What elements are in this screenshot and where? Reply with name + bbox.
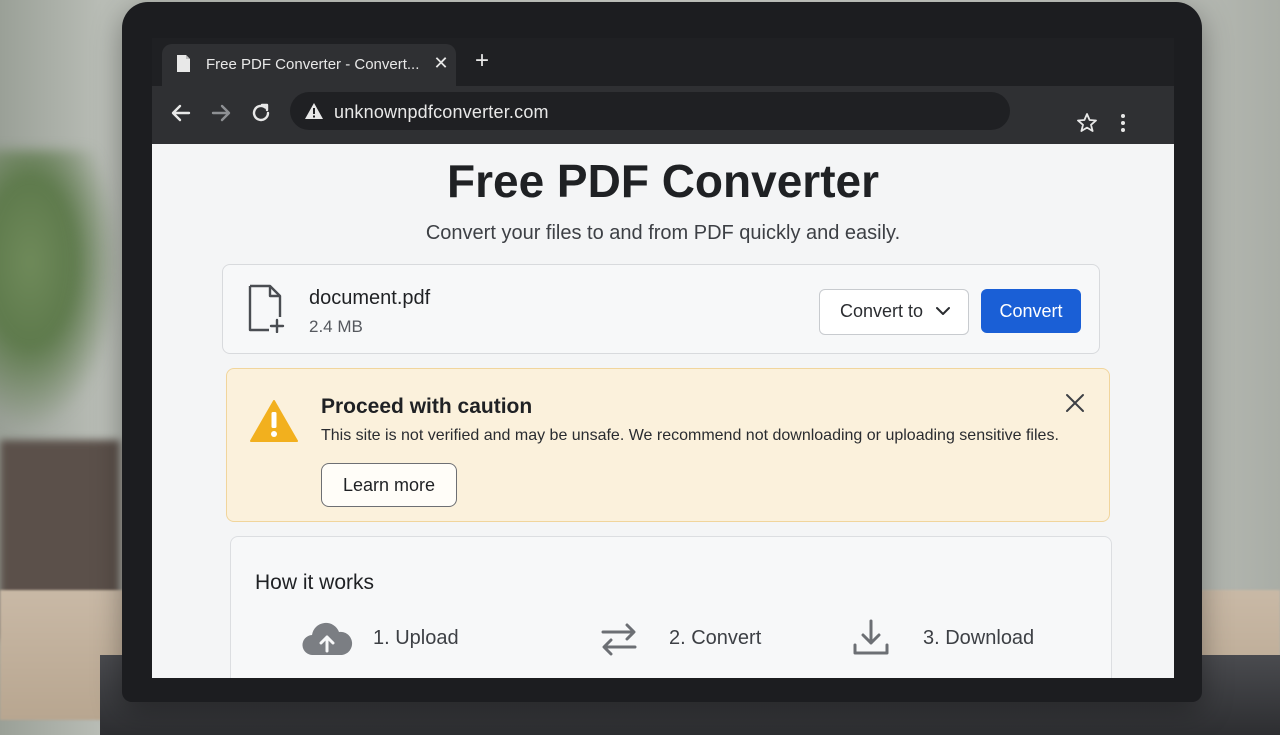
page-title: Free PDF Converter (446, 155, 879, 207)
browser-toolbar: unknownpdfconverter.com (152, 86, 1174, 144)
caution-title: Proceed with caution (321, 395, 533, 418)
laptop-screen: Free PDF Converter - Convert... ✕ + unkn… (152, 38, 1174, 678)
file-name: document.pdf (309, 287, 431, 309)
learn-more-button[interactable]: Learn more (321, 463, 457, 507)
file-size: 2.4 MB (309, 317, 363, 336)
tab-title: Free PDF Converter - Convert... (206, 56, 420, 73)
step-download-label: 3. Download (923, 627, 1035, 649)
warning-icon[interactable] (304, 102, 324, 120)
convert-button[interactable]: Convert (981, 289, 1081, 333)
kebab-menu-icon[interactable] (1118, 112, 1128, 134)
plus-icon[interactable]: + (470, 49, 494, 74)
download-icon (853, 619, 889, 655)
convert-to-label: Convert to (840, 301, 924, 321)
convert-to-dropdown[interactable]: Convert to (819, 289, 969, 335)
warning-icon (250, 400, 298, 442)
browser-tab[interactable]: Free PDF Converter - Convert... ✕ (162, 44, 456, 86)
swap-arrows-icon (601, 623, 637, 656)
forward-arrow-icon[interactable] (208, 100, 234, 126)
step-upload-label: 1. Upload (373, 627, 459, 649)
close-icon[interactable] (1063, 391, 1087, 415)
close-icon[interactable]: ✕ (430, 52, 452, 74)
document-icon (177, 55, 190, 72)
star-icon[interactable] (1076, 112, 1098, 134)
web-page: Free PDF Converter Convert your files to… (152, 144, 1174, 678)
chevron-down-icon (936, 307, 950, 315)
url-text: unknownpdfconverter.com (334, 102, 549, 122)
page-subtitle: Convert your files to and from PDF quick… (425, 222, 901, 244)
file-card: document.pdf 2.4 MB Convert to Convert (222, 264, 1100, 354)
caution-message: This site is not verified and may be uns… (321, 427, 1059, 444)
how-it-works-section: How it works 1. Upload 2. Convert 3. Dow… (230, 536, 1112, 678)
reload-icon[interactable] (248, 100, 274, 126)
how-it-works-title: How it works (255, 571, 375, 594)
address-bar[interactable]: unknownpdfconverter.com (290, 92, 1010, 130)
file-add-icon (248, 284, 285, 333)
cloud-upload-icon (302, 622, 353, 656)
step-convert-label: 2. Convert (669, 627, 762, 649)
browser-tab-bar: Free PDF Converter - Convert... ✕ + (152, 38, 1174, 86)
caution-banner: Proceed with caution This site is not ve… (226, 368, 1110, 522)
back-arrow-icon[interactable] (168, 100, 194, 126)
background-plant (0, 150, 120, 430)
